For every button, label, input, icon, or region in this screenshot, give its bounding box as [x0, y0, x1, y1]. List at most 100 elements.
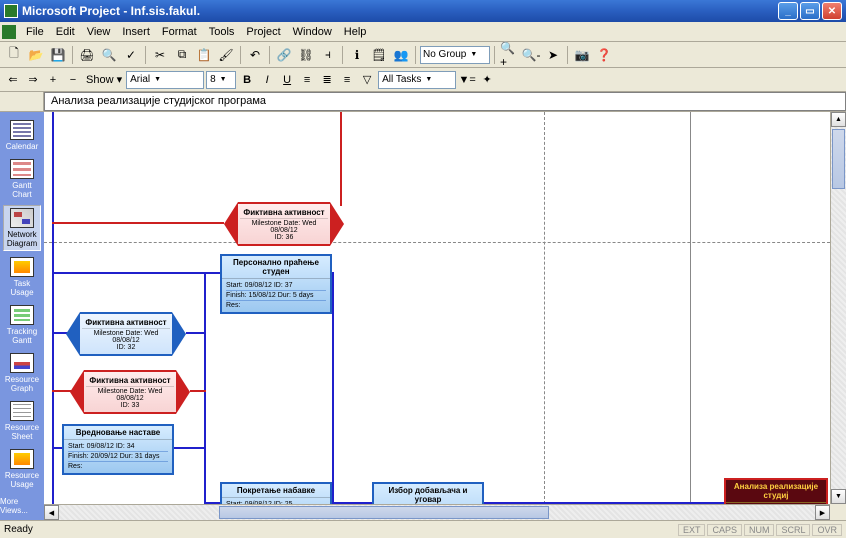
page-break-vertical-1 — [544, 112, 545, 504]
menu-edit[interactable]: Edit — [50, 24, 81, 40]
link-button[interactable]: 🔗 — [274, 45, 294, 65]
show-label[interactable]: Show ▾ — [84, 73, 124, 86]
paste-button[interactable]: 📋 — [194, 45, 214, 65]
goto-task-button[interactable]: ➤ — [543, 45, 563, 65]
save-button[interactable]: 💾 — [48, 45, 68, 65]
new-button[interactable]: 🗋 — [4, 45, 24, 65]
assign-resources-button[interactable]: 👥 — [391, 45, 411, 65]
calendar-icon — [10, 120, 34, 140]
node-res: Res: — [68, 461, 168, 471]
close-button[interactable]: ✕ — [822, 2, 842, 20]
node-id: ID: 36 — [240, 234, 328, 241]
autofilter-button[interactable]: ▼= — [458, 71, 476, 89]
align-center-button[interactable]: ≣ — [318, 71, 336, 89]
bold-button[interactable]: B — [238, 71, 256, 89]
unlink-button[interactable]: ⛓ — [296, 45, 316, 65]
maximize-button[interactable]: ▭ — [800, 2, 820, 20]
page-break-vertical-2 — [690, 112, 691, 504]
status-caps: CAPS — [707, 524, 742, 536]
undo-button[interactable]: ↶ — [245, 45, 265, 65]
entry-bar: Анализа реализације студијског програма — [0, 92, 846, 112]
menu-insert[interactable]: Insert — [116, 24, 156, 40]
scroll-thumb[interactable] — [832, 129, 845, 189]
node-title: Фиктивна активност — [82, 318, 170, 329]
copy-picture-button[interactable]: 📷 — [572, 45, 592, 65]
scroll-right-button[interactable]: ▶ — [815, 505, 830, 520]
view-bar: Calendar Gantt Chart Network Diagram Tas… — [0, 112, 44, 520]
indent-button[interactable]: ⇒ — [24, 71, 42, 89]
view-calendar[interactable]: Calendar — [3, 118, 41, 153]
menu-file[interactable]: File — [20, 24, 50, 40]
open-button[interactable]: 📂 — [26, 45, 46, 65]
milestone-node[interactable]: Фиктивна активност Milestone Date: Wed 0… — [224, 202, 344, 246]
menu-format[interactable]: Format — [156, 24, 203, 40]
entry-bar-value[interactable]: Анализа реализације студијског програма — [44, 92, 846, 111]
menu-project[interactable]: Project — [240, 24, 286, 40]
node-finish: Finish: 20/09/12 Dur: 31 days — [68, 451, 168, 461]
milestone-node[interactable]: Фиктивна активност Milestone Date: Wed 0… — [66, 312, 186, 356]
task-node[interactable]: Вредновање наставе Start: 09/08/12 ID: 3… — [62, 424, 174, 475]
align-right-button[interactable]: ≡ — [338, 71, 356, 89]
menu-tools[interactable]: Tools — [203, 24, 241, 40]
italic-button[interactable]: I — [258, 71, 276, 89]
view-task-usage[interactable]: Task Usage — [3, 255, 41, 299]
entry-bar-header — [0, 92, 44, 111]
task-node[interactable]: Персонално праћење студен Start: 09/08/1… — [220, 254, 332, 314]
underline-button[interactable]: U — [278, 71, 296, 89]
filter-icon[interactable]: ▽ — [358, 71, 376, 89]
titlebar: Microsoft Project - Inf.sis.fakul. _ ▭ ✕ — [0, 0, 846, 22]
zoom-in-button[interactable]: 🔍+ — [499, 45, 519, 65]
menu-help[interactable]: Help — [338, 24, 373, 40]
print-preview-button[interactable]: 🔍 — [99, 45, 119, 65]
spelling-button[interactable]: ✓ — [121, 45, 141, 65]
help-button[interactable]: ❓ — [594, 45, 614, 65]
node-title: Вредновање наставе — [64, 426, 172, 440]
filter-combo[interactable]: All Tasks▼ — [378, 71, 456, 89]
milestone-node[interactable]: Фиктивна активност Milestone Date: Wed 0… — [70, 370, 190, 414]
wizard-button[interactable]: ✦ — [478, 71, 496, 89]
notes-button[interactable]: 🗒 — [369, 45, 389, 65]
zoom-out-button[interactable]: 🔍- — [521, 45, 541, 65]
task-node-selected[interactable]: Анализа реализације студиј Start: 09/08/… — [724, 478, 828, 504]
network-canvas-wrap: Фиктивна активност Milestone Date: Wed 0… — [44, 112, 846, 520]
status-scrl: SCRL — [776, 524, 810, 536]
group-combo[interactable]: No Group▼ — [420, 46, 490, 64]
menu-view[interactable]: View — [81, 24, 117, 40]
show-subtasks-button[interactable]: + — [44, 71, 62, 89]
node-title: Фиктивна активност — [86, 376, 174, 387]
view-network-diagram[interactable]: Network Diagram — [3, 205, 41, 251]
status-ready: Ready — [4, 524, 33, 535]
hide-subtasks-button[interactable]: − — [64, 71, 82, 89]
vertical-scrollbar[interactable]: ▲ ▼ — [830, 112, 846, 504]
node-id: ID: 32 — [82, 344, 170, 351]
view-more[interactable]: More Views... — [0, 497, 44, 515]
task-info-button[interactable]: ℹ — [347, 45, 367, 65]
menu-window[interactable]: Window — [287, 24, 338, 40]
task-node[interactable]: Покретање набавке Start: 09/08/12 ID: 25… — [220, 482, 332, 504]
minimize-button[interactable]: _ — [778, 2, 798, 20]
view-resource-sheet[interactable]: Resource Sheet — [3, 399, 41, 443]
font-size-combo[interactable]: 8▼ — [206, 71, 236, 89]
scroll-down-button[interactable]: ▼ — [831, 489, 846, 504]
connector — [204, 272, 206, 504]
copy-button[interactable]: ⧉ — [172, 45, 192, 65]
view-tracking-gantt[interactable]: Tracking Gantt — [3, 303, 41, 347]
scroll-up-button[interactable]: ▲ — [831, 112, 846, 127]
format-painter-button[interactable]: 🖌 — [216, 45, 236, 65]
align-left-button[interactable]: ≡ — [298, 71, 316, 89]
scroll-thumb[interactable] — [219, 506, 549, 519]
scroll-left-button[interactable]: ◀ — [44, 505, 59, 520]
view-resource-usage[interactable]: Resource Usage — [3, 447, 41, 491]
view-resource-graph[interactable]: Resource Graph — [3, 351, 41, 395]
node-date: Milestone Date: Wed 08/08/12 — [240, 220, 328, 234]
split-task-button[interactable]: ⫞ — [318, 45, 338, 65]
page-break-horizontal — [44, 242, 830, 243]
cut-button[interactable]: ✂ — [150, 45, 170, 65]
view-gantt-chart[interactable]: Gantt Chart — [3, 157, 41, 201]
print-button[interactable]: 🖨 — [77, 45, 97, 65]
outdent-button[interactable]: ⇐ — [4, 71, 22, 89]
network-canvas[interactable]: Фиктивна активност Milestone Date: Wed 0… — [44, 112, 830, 504]
horizontal-scrollbar[interactable]: ◀ ▶ — [44, 504, 830, 520]
task-node[interactable]: Избор добављача и уговар Start: 23/08/12… — [372, 482, 484, 504]
font-combo[interactable]: Arial▼ — [126, 71, 204, 89]
